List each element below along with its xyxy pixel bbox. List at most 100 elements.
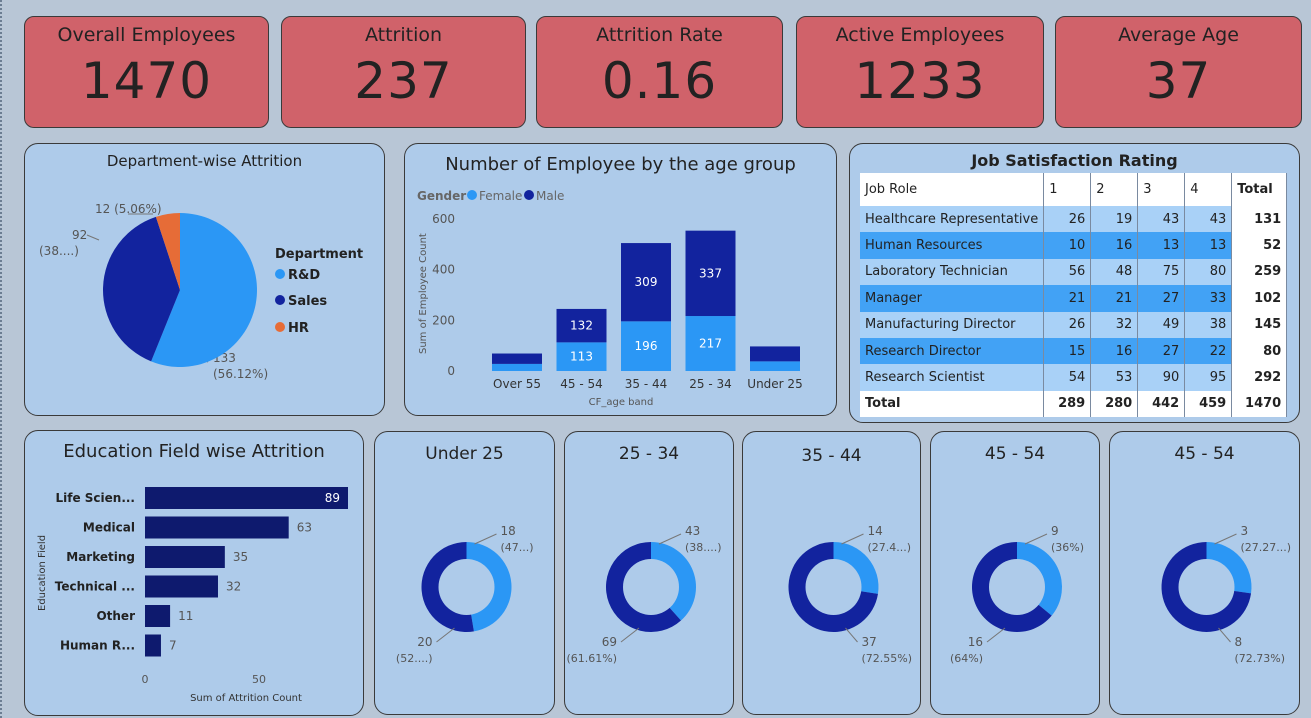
education-bar-chart: Education Field Sum of Attrition Count L… — [37, 487, 348, 704]
donut-hole — [438, 559, 495, 615]
legend-item-female: Female — [479, 189, 522, 203]
slice-label-sales-value: 92 — [72, 228, 87, 242]
bar-data-label: 11 — [178, 609, 193, 623]
department-attrition-card[interactable]: Department-wise Attrition 12 (5.06%) 92 … — [24, 143, 385, 416]
table-cell: 27 — [1137, 337, 1186, 365]
slice-pct-label: (72.55%) — [862, 652, 913, 665]
job-satisfaction-table: Job Role 1 2 3 4 Total Healthcare Representati… — [860, 173, 1288, 418]
table-cell: 32 — [1090, 311, 1139, 338]
leader-line — [1024, 533, 1048, 545]
slice-pct-label: (27.27...) — [1241, 541, 1292, 554]
table-total-cell: 1470 — [1231, 390, 1288, 418]
bar-segment — [750, 361, 800, 371]
column-header[interactable]: Total — [1231, 173, 1288, 206]
x-tick-label: 25 - 34 — [689, 377, 732, 391]
bar-segment — [492, 363, 542, 371]
y-tick-label: 200 — [432, 313, 455, 327]
y-tick-label: Life Scien... — [55, 491, 135, 505]
donut-chart: 3 (27.27...) 8 (72.73%) — [1161, 524, 1292, 665]
kpi-attrition[interactable]: Attrition 237 — [281, 16, 526, 128]
kpi-value: 0.16 — [601, 52, 718, 110]
slice-value-label: 16 — [968, 635, 983, 649]
donut-card-45-54[interactable]: 45 - 54 9 (36%) 16 (64%) — [930, 431, 1100, 715]
donut-chart: 43 (38....) 69 (61.61%) — [566, 524, 722, 665]
table-cell: 80 — [1231, 337, 1288, 365]
table-total-cell: Total — [860, 390, 1045, 418]
table-cell: 54 — [1043, 364, 1092, 391]
slice-pct-label: (38....) — [685, 541, 722, 554]
donut-chart: 18 (47...) 20 (52....) — [396, 524, 534, 665]
column-header[interactable]: 3 — [1137, 173, 1186, 206]
kpi-value: 1233 — [854, 52, 986, 110]
table-row[interactable]: Laboratory Technician 56 48 75 80 259 — [860, 258, 1288, 286]
column-header[interactable]: 4 — [1184, 173, 1233, 206]
table-row[interactable]: Healthcare Representative 26 19 43 43 131 — [860, 206, 1288, 233]
table-cell: 48 — [1090, 258, 1139, 286]
slice-value-label: 20 — [417, 635, 432, 649]
education-attrition-card[interactable]: Education Field wise Attrition Education… — [24, 430, 364, 716]
bar-data-label: 196 — [635, 339, 658, 353]
donut-hole — [1178, 559, 1235, 615]
table-cell: Manager — [860, 285, 1045, 312]
y-tick-label: Technical ... — [55, 580, 135, 594]
column-header[interactable]: 1 — [1043, 173, 1092, 206]
bar — [145, 487, 348, 509]
y-tick-label: Marketing — [66, 550, 135, 564]
slice-value-label: 8 — [1235, 635, 1243, 649]
bar-data-label: 7 — [169, 639, 177, 653]
table-cell: 49 — [1137, 311, 1186, 338]
table-cell: 90 — [1137, 364, 1186, 391]
slice-pct-label: (61.61%) — [566, 652, 617, 665]
table-row[interactable]: Research Scientist 54 53 90 95 292 — [860, 364, 1288, 391]
table-row[interactable]: Manager 21 21 27 33 102 — [860, 285, 1288, 312]
legend-item-sales: Sales — [288, 294, 327, 309]
donut-card-25-34[interactable]: 25 - 34 43 (38....) 69 (61.61%) — [564, 431, 734, 715]
table-cell: 131 — [1231, 206, 1288, 233]
slice-label-sales-pct: (38....) — [39, 244, 79, 258]
y-tick-label: Human R... — [60, 639, 135, 653]
table-cell: 38 — [1184, 311, 1233, 338]
table-row[interactable]: Human Resources 10 16 13 13 52 — [860, 232, 1288, 259]
slice-pct-label: (36%) — [1051, 541, 1084, 554]
slice-value-label: 14 — [868, 524, 883, 538]
table-title: Job Satisfaction Rating — [971, 151, 1178, 170]
table-cell: 27 — [1137, 285, 1186, 312]
legend-title: Department — [275, 247, 363, 262]
age-group-card[interactable]: Number of Employee by the age group Gend… — [404, 143, 837, 416]
slice-pct-label: (64%) — [950, 652, 983, 665]
table-cell: Laboratory Technician — [860, 258, 1045, 286]
table-cell: 13 — [1137, 232, 1186, 259]
donut-card-45-54-second[interactable]: 45 - 54 3 (27.27...) 8 (72.73%) — [1109, 431, 1300, 715]
table-cell: 13 — [1184, 232, 1233, 259]
kpi-active-employees[interactable]: Active Employees 1233 — [796, 16, 1044, 128]
table-cell: Manufacturing Director — [860, 311, 1045, 338]
leader-line — [841, 533, 864, 545]
table-cell: 22 — [1184, 337, 1233, 365]
table-cell: 53 — [1090, 364, 1139, 391]
donut-card-under-25[interactable]: Under 25 18 (47...) 20 (52....) — [374, 431, 555, 715]
donut-hole — [989, 559, 1045, 615]
slice-pct-label: (52....) — [396, 652, 433, 665]
table-row[interactable]: Research Director 15 16 27 22 80 — [860, 337, 1288, 365]
x-axis-label: Sum of Attrition Count — [190, 693, 302, 704]
bar-data-label: 217 — [699, 337, 722, 351]
table-cell: 145 — [1231, 311, 1288, 338]
leader-line — [474, 533, 497, 545]
kpi-title: Average Age — [1118, 24, 1239, 46]
y-tick-label: Medical — [83, 521, 135, 535]
kpi-attrition-rate[interactable]: Attrition Rate 0.16 — [536, 16, 783, 128]
donut-card-35-44[interactable]: 35 - 44 14 (27.4...) 37 (72.55%) — [742, 431, 921, 715]
column-header[interactable]: 2 — [1090, 173, 1139, 206]
table-cell: 21 — [1043, 285, 1092, 312]
table-cell: 43 — [1184, 206, 1233, 233]
table-row[interactable]: Manufacturing Director 26 32 49 38 145 — [860, 311, 1288, 338]
legend-title: Gender — [417, 189, 466, 203]
column-header[interactable]: Job Role — [860, 173, 1045, 206]
table-cell: 95 — [1184, 364, 1233, 391]
x-tick-label: 50 — [252, 673, 266, 686]
bar-segment — [492, 353, 542, 364]
slice-value-label: 9 — [1051, 524, 1059, 538]
kpi-overall-employees[interactable]: Overall Employees 1470 — [24, 16, 269, 128]
kpi-average-age[interactable]: Average Age 37 — [1055, 16, 1302, 128]
kpi-title: Overall Employees — [57, 24, 236, 46]
